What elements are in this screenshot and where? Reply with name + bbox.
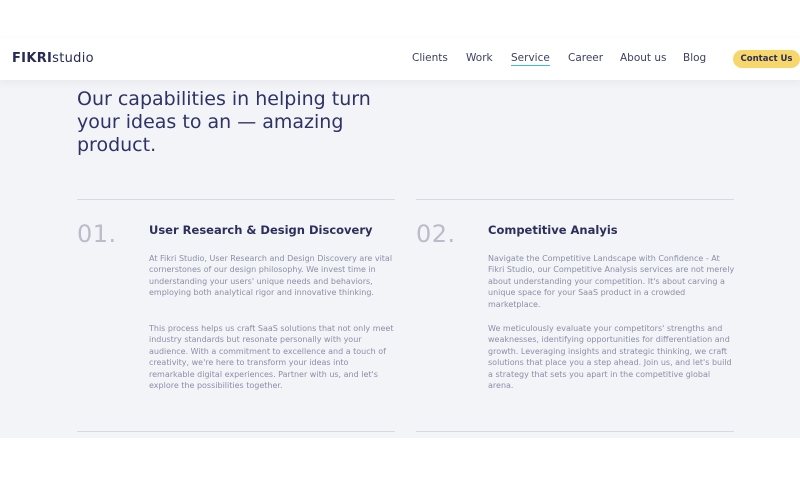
service-paragraph: At Fikri Studio, User Research and Desig… (149, 254, 393, 298)
logo-mark: FIKRI (12, 51, 53, 66)
nav-item-career[interactable]: Career (568, 52, 603, 64)
brand-logo[interactable]: FIKRIstudio (12, 51, 94, 66)
page-bottom-area (0, 438, 800, 480)
service-paragraph: This process helps us craft SaaS solutio… (149, 324, 394, 391)
service-title: User Research & Design Discovery (149, 223, 373, 237)
services-section: Our capabilities in helping turn your id… (0, 80, 800, 438)
service-paragraph: Navigate the Competitive Landscape with … (488, 254, 735, 309)
contact-us-button[interactable]: Contact Us (733, 50, 800, 68)
nav-item-work[interactable]: Work (466, 52, 493, 64)
nav-item-clients[interactable]: Clients (412, 52, 448, 64)
nav-item-service[interactable]: Service (511, 52, 550, 66)
site-header: FIKRIstudio Clients Work Service Career … (0, 38, 800, 80)
nav-item-blog[interactable]: Blog (683, 52, 706, 64)
service-number: 01. (77, 220, 117, 248)
divider-top-left (77, 199, 395, 200)
service-title: Competitive Analyis (488, 223, 618, 237)
section-headline: Our capabilities in helping turn your id… (77, 88, 371, 156)
divider-top-right (416, 199, 734, 200)
service-paragraph: We meticulously evaluate your competitor… (488, 324, 732, 391)
divider-bottom-left (77, 431, 395, 432)
nav-item-about-us[interactable]: About us (620, 52, 667, 64)
divider-bottom-right (416, 431, 734, 432)
service-number: 02. (416, 220, 456, 248)
logo-word: studio (52, 51, 94, 66)
